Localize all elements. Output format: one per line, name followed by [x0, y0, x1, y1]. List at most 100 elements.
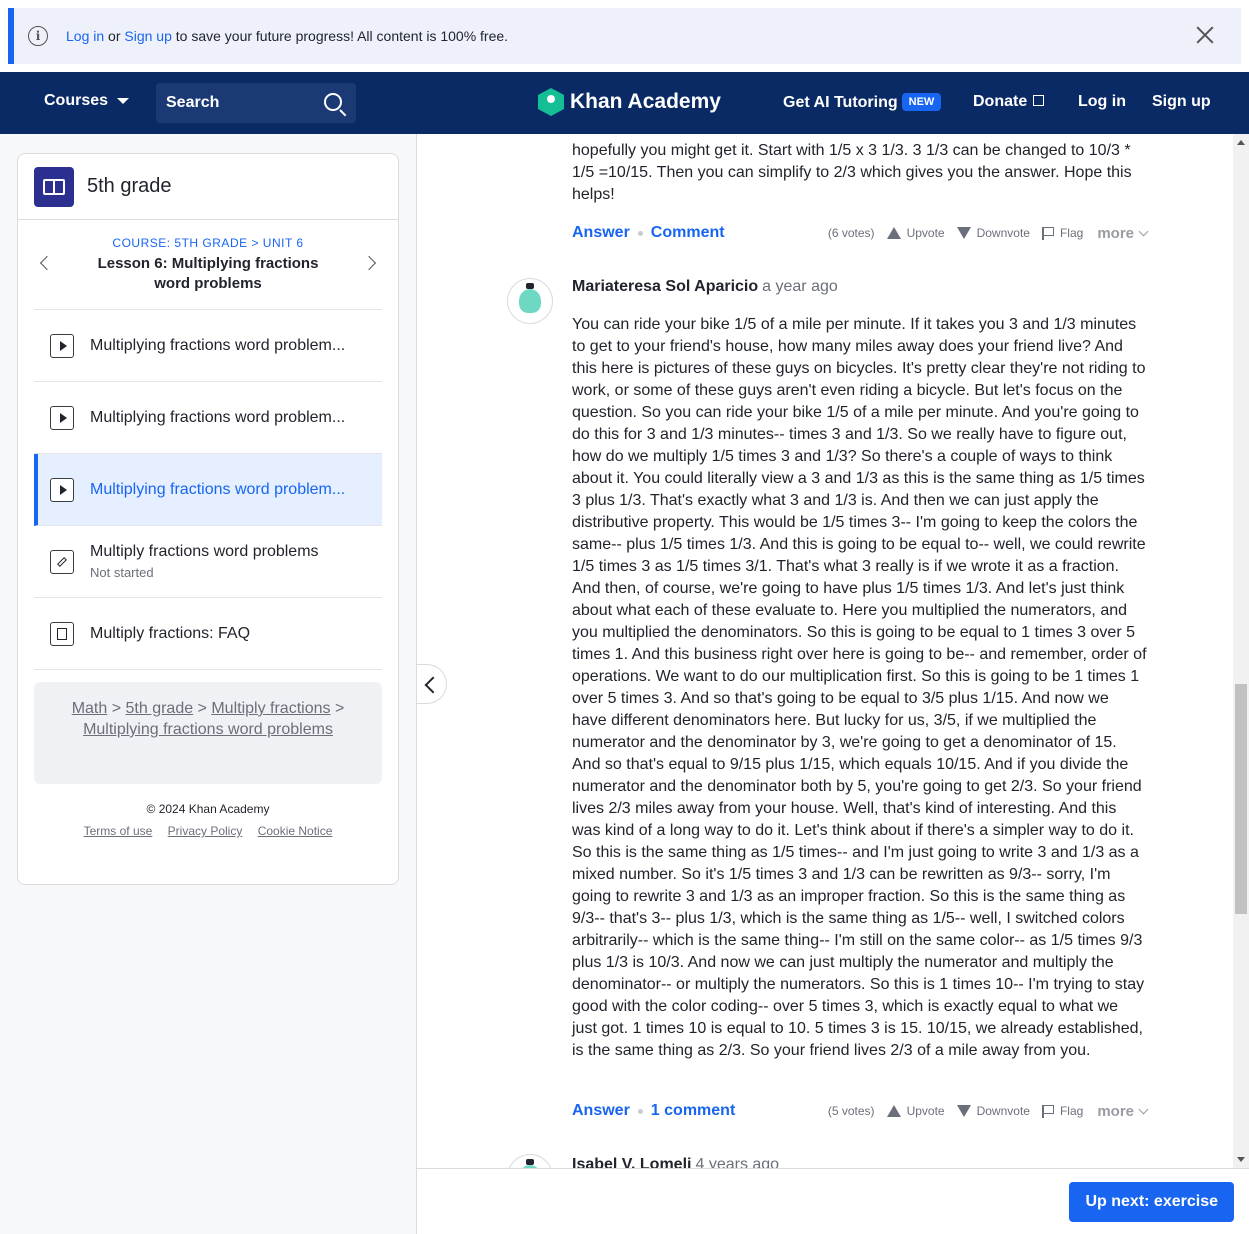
donate-link[interactable]: Donate	[973, 93, 1045, 111]
play-icon	[50, 333, 74, 358]
chevron-left-icon[interactable]	[39, 255, 55, 271]
nav-login-link[interactable]: Log in	[1078, 93, 1126, 111]
upvote-label: Upvote	[906, 226, 945, 240]
post-timestamp: a year ago	[762, 278, 838, 295]
vote-count: (6 votes)	[827, 226, 875, 240]
top-nav: Courses Search Khan Academy Get AI Tutor…	[0, 72, 1249, 134]
copyright: © 2024 Khan Academy	[146, 802, 270, 816]
collapse-sidebar-button[interactable]	[417, 664, 447, 704]
lesson-item-video-2[interactable]: Multiplying fractions word problem...	[34, 382, 382, 454]
answer-button[interactable]: Answer	[572, 224, 630, 242]
lesson-crumb[interactable]: COURSE: 5TH GRADE > UNIT 6	[34, 220, 382, 250]
ai-tutoring-link[interactable]: Get AI Tutoring NEW	[783, 93, 942, 112]
breadcrumb-multiply[interactable]: Multiply fractions	[211, 700, 330, 717]
privacy-link[interactable]: Privacy Policy	[168, 824, 243, 838]
logo-text: Khan Academy	[570, 90, 721, 113]
breadcrumb-grade[interactable]: 5th grade	[126, 700, 194, 717]
course-title[interactable]: 5th grade	[87, 175, 172, 198]
more-label: more	[1097, 1102, 1134, 1120]
more-button[interactable]: more	[1097, 224, 1149, 242]
pencil-icon	[50, 549, 74, 574]
document-icon	[50, 621, 74, 646]
chevron-right-icon[interactable]	[361, 255, 377, 271]
banner-login-link[interactable]: Log in	[66, 28, 104, 44]
chevron-down-icon	[1138, 1104, 1149, 1114]
avatar	[507, 278, 553, 324]
terms-link[interactable]: Terms of use	[84, 824, 153, 838]
breadcrumb-math[interactable]: Math	[72, 700, 108, 717]
vote-count: (5 votes)	[827, 1104, 875, 1118]
lesson-item-faq[interactable]: Multiply fractions: FAQ	[34, 598, 382, 670]
downvote-button[interactable]: Downvote	[956, 1104, 1030, 1118]
comment-button[interactable]: Comment	[651, 224, 725, 242]
lesson-item-label: Multiply fractions: FAQ	[90, 624, 251, 642]
separator-dot	[637, 1108, 643, 1114]
book-icon	[34, 166, 74, 207]
lesson-item-label: Multiply fractions word problems	[90, 543, 319, 560]
logo-icon	[538, 88, 564, 116]
lesson-item-status: Not started	[90, 565, 154, 580]
bottom-bar: Up next: exercise	[417, 1168, 1249, 1234]
scrollbar-thumb[interactable]	[1235, 684, 1247, 914]
post-text: You can ride your bike 1/5 of a mile per…	[572, 316, 1147, 1059]
author-name[interactable]: Mariateresa Sol Aparicio	[572, 278, 758, 295]
footer-links: Terms of use Privacy Policy Cookie Notic…	[18, 824, 398, 838]
close-icon[interactable]	[1195, 25, 1215, 45]
lesson-item-exercise[interactable]: Multiply fractions word problems Not sta…	[34, 526, 382, 598]
play-icon	[50, 405, 74, 430]
banner-signup-link[interactable]: Sign up	[124, 28, 171, 44]
course-card: 5th grade COURSE: 5TH GRADE > UNIT 6 Les…	[17, 153, 399, 885]
ai-tutoring-label: Get AI Tutoring	[783, 94, 898, 111]
flag-icon	[1041, 1104, 1054, 1118]
login-banner: i Log in or Sign up to save your future …	[8, 8, 1241, 64]
chevron-down-icon	[117, 97, 130, 104]
courses-menu[interactable]: Courses	[44, 92, 130, 110]
flag-label: Flag	[1059, 226, 1084, 240]
flag-button[interactable]: Flag	[1041, 1104, 1084, 1118]
chevron-down-icon	[1138, 226, 1149, 236]
downvote-button[interactable]: Downvote	[956, 226, 1030, 240]
courses-label: Courses	[44, 92, 109, 109]
upvote-label: Upvote	[906, 1104, 945, 1118]
lesson-item-video-1[interactable]: Multiplying fractions word problem...	[34, 310, 382, 382]
lesson-item-video-3[interactable]: Multiplying fractions word problem...	[34, 454, 382, 526]
info-icon: i	[28, 26, 48, 46]
post-author: Mariateresa Sol Aparicio a year ago	[572, 278, 838, 296]
search-icon	[324, 93, 342, 111]
banner-rest-text: to save your future progress! All conten…	[175, 28, 509, 44]
answer-button[interactable]: Answer	[572, 1102, 630, 1120]
post-actions: Answer 1 comment (5 votes) Upvote Downvo…	[572, 1100, 1149, 1122]
nav-signup-link[interactable]: Sign up	[1152, 93, 1211, 111]
cookie-link[interactable]: Cookie Notice	[258, 824, 333, 838]
upvote-button[interactable]: Upvote	[886, 226, 945, 240]
discussion-panel: hopefully you might get it. Start with 1…	[416, 134, 1249, 1234]
lesson-item-label: Multiplying fractions word problem...	[90, 336, 346, 354]
more-button[interactable]: more	[1097, 1102, 1149, 1120]
comment-count-button[interactable]: 1 comment	[651, 1102, 735, 1120]
downvote-icon	[956, 1105, 971, 1117]
downvote-label: Downvote	[976, 226, 1030, 240]
breadcrumb-topic[interactable]: Multiplying fractions word problems	[83, 721, 333, 738]
new-badge: NEW	[901, 93, 942, 111]
scrollbar[interactable]	[1233, 134, 1249, 1168]
more-label: more	[1097, 224, 1134, 242]
scroll-up-icon[interactable]	[1237, 140, 1245, 145]
banner-message: Log in or Sign up to save your future pr…	[66, 28, 508, 44]
downvote-label: Downvote	[976, 1104, 1030, 1118]
breadcrumb: Math > 5th grade > Multiply fractions > …	[34, 682, 382, 784]
left-sidebar: 5th grade COURSE: 5TH GRADE > UNIT 6 Les…	[0, 134, 416, 1234]
flag-button[interactable]: Flag	[1041, 226, 1084, 240]
lesson-item-label: Multiplying fractions word problem...	[90, 480, 346, 498]
search-input[interactable]: Search	[156, 83, 356, 123]
lesson-nav: COURSE: 5TH GRADE > UNIT 6 Lesson 6: Mul…	[34, 220, 382, 310]
lesson-item-text: Multiply fractions word problems Not sta…	[90, 543, 319, 580]
upvote-icon	[886, 227, 901, 239]
previous-answer-text: hopefully you might get it. Start with 1…	[572, 142, 1132, 203]
separator-dot	[637, 230, 643, 236]
up-next-button[interactable]: Up next: exercise	[1069, 1182, 1234, 1222]
flag-label: Flag	[1059, 1104, 1084, 1118]
scroll-down-icon[interactable]	[1237, 1157, 1245, 1162]
upvote-button[interactable]: Upvote	[886, 1104, 945, 1118]
donate-label: Donate	[973, 93, 1028, 110]
khan-academy-logo[interactable]: Khan Academy	[538, 88, 721, 116]
